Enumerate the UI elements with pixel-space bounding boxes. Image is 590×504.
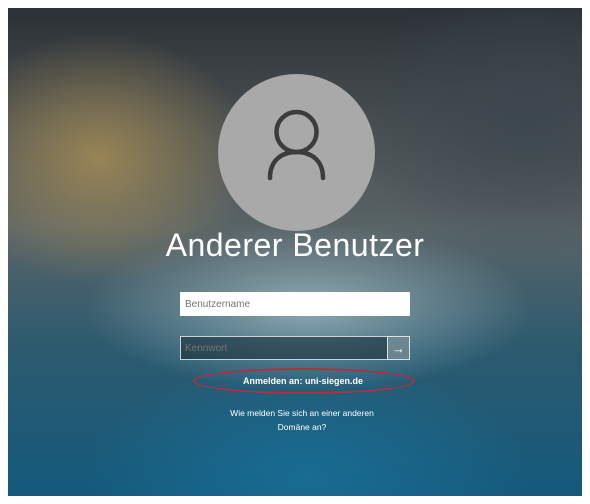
username-title: Anderer Benutzer <box>165 227 425 263</box>
user-avatar <box>218 74 375 231</box>
user-silhouette-icon <box>267 109 326 181</box>
arrow-right-icon: → <box>392 340 405 356</box>
other-domain-link[interactable]: Wie melden Sie sich an einer anderen Dom… <box>188 406 416 434</box>
other-domain-line-1: Wie melden Sie sich an einer anderen <box>230 408 374 418</box>
password-input[interactable] <box>180 336 387 360</box>
sign-in-domain-link[interactable]: Anmelden an: uni-siegen.de <box>198 370 408 392</box>
submit-arrow-button[interactable]: → <box>387 336 410 360</box>
lock-screen: Anderer Benutzer → Anmelden an: uni-sieg… <box>8 8 582 496</box>
username-input[interactable] <box>180 292 410 316</box>
other-domain-line-2: Domäne an? <box>277 422 327 432</box>
screenshot-frame: Anderer Benutzer → Anmelden an: uni-sieg… <box>0 0 590 504</box>
